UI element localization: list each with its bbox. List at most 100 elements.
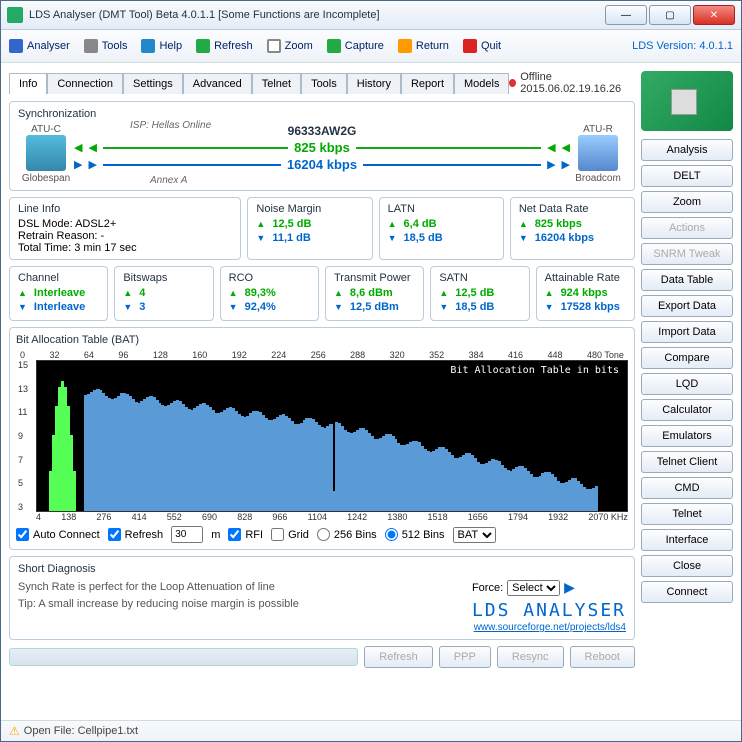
chart-type-select[interactable]: BAT	[453, 527, 496, 543]
side-data-table-button[interactable]: Data Table	[641, 269, 733, 291]
upstream-rate: 825 kbps	[294, 140, 350, 155]
rco-box: RCO89,3%92,4%	[220, 266, 319, 321]
side-calculator-button[interactable]: Calculator	[641, 399, 733, 421]
refresh-icon	[196, 39, 210, 53]
diag-line2: Tip: A small increase by reducing noise …	[18, 596, 462, 613]
zoom-menu[interactable]: Zoom	[267, 39, 313, 53]
refresh-button[interactable]: Refresh	[364, 646, 433, 668]
side-analysis-button[interactable]: Analysis	[641, 139, 733, 161]
bat-chart-panel: Bit Allocation Table (BAT) 0326496128160…	[9, 327, 635, 550]
auto-connect-checkbox[interactable]: Auto Connect	[16, 528, 100, 541]
side-import-data-button[interactable]: Import Data	[641, 321, 733, 343]
side-actions-button[interactable]: Actions	[641, 217, 733, 239]
side-emulators-button[interactable]: Emulators	[641, 425, 733, 447]
titlebar: LDS Analyser (DMT Tool) Beta 4.0.1.1 [So…	[1, 1, 741, 30]
transmit-power-box: Transmit Power8,6 dBm12,5 dBm	[325, 266, 424, 321]
quit-icon	[463, 39, 477, 53]
tools-icon	[84, 39, 98, 53]
annex-label: Annex A	[150, 175, 187, 186]
force-select[interactable]: Select	[507, 580, 560, 596]
analyser-menu[interactable]: Analyser	[9, 39, 70, 53]
close-button[interactable]: ✕	[693, 5, 735, 25]
status-text: Open File: Cellpipe1.txt	[24, 725, 138, 737]
side-telnet-button[interactable]: Telnet	[641, 503, 733, 525]
side-delt-button[interactable]: DELT	[641, 165, 733, 187]
version-label: LDS Version: 4.0.1.1	[632, 40, 733, 52]
tab-report[interactable]: Report	[401, 73, 454, 94]
tab-advanced[interactable]: Advanced	[183, 73, 252, 94]
play-icon[interactable]: ▶	[564, 579, 575, 596]
tab-info[interactable]: Info	[9, 73, 47, 94]
isp-label: ISP: Hellas Online	[130, 120, 211, 131]
warning-icon: ⚠	[9, 724, 20, 738]
tab-history[interactable]: History	[347, 73, 401, 94]
status-bar: ⚠ Open File: Cellpipe1.txt	[1, 720, 741, 741]
bins-256-radio[interactable]: 256 Bins	[317, 528, 377, 541]
sidebar: Analysis DELT Zoom Actions SNRM Tweak Data Ta…	[641, 71, 733, 712]
logo-text: LDS ANALYSER	[472, 600, 626, 621]
tab-telnet[interactable]: Telnet	[252, 73, 301, 94]
tab-bar: Info Connection Settings Advanced Telnet…	[9, 71, 635, 95]
tools-menu[interactable]: Tools	[84, 39, 128, 53]
channel-box: ChannelInterleaveInterleave	[9, 266, 108, 321]
resync-button[interactable]: Resync	[497, 646, 564, 668]
return-icon	[398, 39, 412, 53]
tab-connection[interactable]: Connection	[47, 73, 123, 94]
modem-icon	[578, 135, 618, 171]
bitswaps-box: Bitswaps43	[114, 266, 213, 321]
tab-settings[interactable]: Settings	[123, 73, 183, 94]
maximize-button[interactable]: ▢	[649, 5, 691, 25]
net-data-rate-box: Net Data Rate825 kbps16204 kbps	[510, 197, 635, 260]
minimize-button[interactable]: —	[605, 5, 647, 25]
capture-icon	[327, 39, 341, 53]
board-image	[641, 71, 733, 131]
modem-icon	[26, 135, 66, 171]
side-interface-button[interactable]: Interface	[641, 529, 733, 551]
side-export-data-button[interactable]: Export Data	[641, 295, 733, 317]
reboot-button[interactable]: Reboot	[570, 646, 635, 668]
side-telnet-client-button[interactable]: Telnet Client	[641, 451, 733, 473]
refresh-checkbox[interactable]: Refresh	[108, 528, 164, 541]
window-title: LDS Analyser (DMT Tool) Beta 4.0.1.1 [So…	[29, 9, 605, 21]
capture-menu[interactable]: Capture	[327, 39, 384, 53]
quit-menu[interactable]: Quit	[463, 39, 501, 53]
ppp-button[interactable]: PPP	[439, 646, 491, 668]
downstream-rate: 16204 kbps	[287, 157, 357, 172]
analyser-icon	[9, 39, 23, 53]
zoom-icon	[267, 39, 281, 53]
atu-c-modem: ATU-C Globespan	[18, 124, 74, 184]
diag-line1: Synch Rate is perfect for the Loop Atten…	[18, 579, 462, 596]
latn-box: LATN6,4 dB18,5 dB	[379, 197, 504, 260]
tab-tools[interactable]: Tools	[301, 73, 347, 94]
satn-box: SATN12,5 dB18,5 dB	[430, 266, 529, 321]
diagnosis-panel: Short Diagnosis Synch Rate is perfect fo…	[9, 556, 635, 640]
project-link[interactable]: www.sourceforge.net/projects/lds4	[474, 622, 626, 633]
side-cmd-button[interactable]: CMD	[641, 477, 733, 499]
bins-512-radio[interactable]: 512 Bins	[385, 528, 445, 541]
side-compare-button[interactable]: Compare	[641, 347, 733, 369]
tab-models[interactable]: Models	[454, 73, 509, 94]
help-menu[interactable]: Help	[141, 39, 182, 53]
main-toolbar: Analyser Tools Help Refresh Zoom Capture…	[1, 30, 741, 63]
side-lqd-button[interactable]: LQD	[641, 373, 733, 395]
atu-r-modem: ATU-R Broadcom	[570, 124, 626, 184]
progress-bar	[9, 648, 358, 666]
refresh-menu[interactable]: Refresh	[196, 39, 253, 53]
refresh-interval-input[interactable]	[171, 526, 203, 543]
line-info-box: Line Info DSL Mode: ADSL2+ Retrain Reaso…	[9, 197, 241, 260]
offline-status: Offline 2015.06.02.19.16.26	[509, 71, 635, 95]
help-icon	[141, 39, 155, 53]
return-menu[interactable]: Return	[398, 39, 449, 53]
app-icon	[7, 7, 23, 23]
rfi-checkbox[interactable]: RFI	[228, 528, 263, 541]
side-snrm-tweak-button[interactable]: SNRM Tweak	[641, 243, 733, 265]
grid-checkbox[interactable]: Grid	[271, 528, 309, 541]
side-zoom-button[interactable]: Zoom	[641, 191, 733, 213]
side-close-button[interactable]: Close	[641, 555, 733, 577]
status-dot-icon	[509, 79, 516, 87]
side-connect-button[interactable]: Connect	[641, 581, 733, 603]
noise-margin-box: Noise Margin12,5 dB11,1 dB	[247, 197, 372, 260]
attainable-rate-box: Attainable Rate924 kbps17528 kbps	[536, 266, 635, 321]
bat-chart: Bit Allocation Table in bits	[36, 360, 628, 512]
sync-panel: Synchronization ISP: Hellas Online Annex…	[9, 101, 635, 191]
